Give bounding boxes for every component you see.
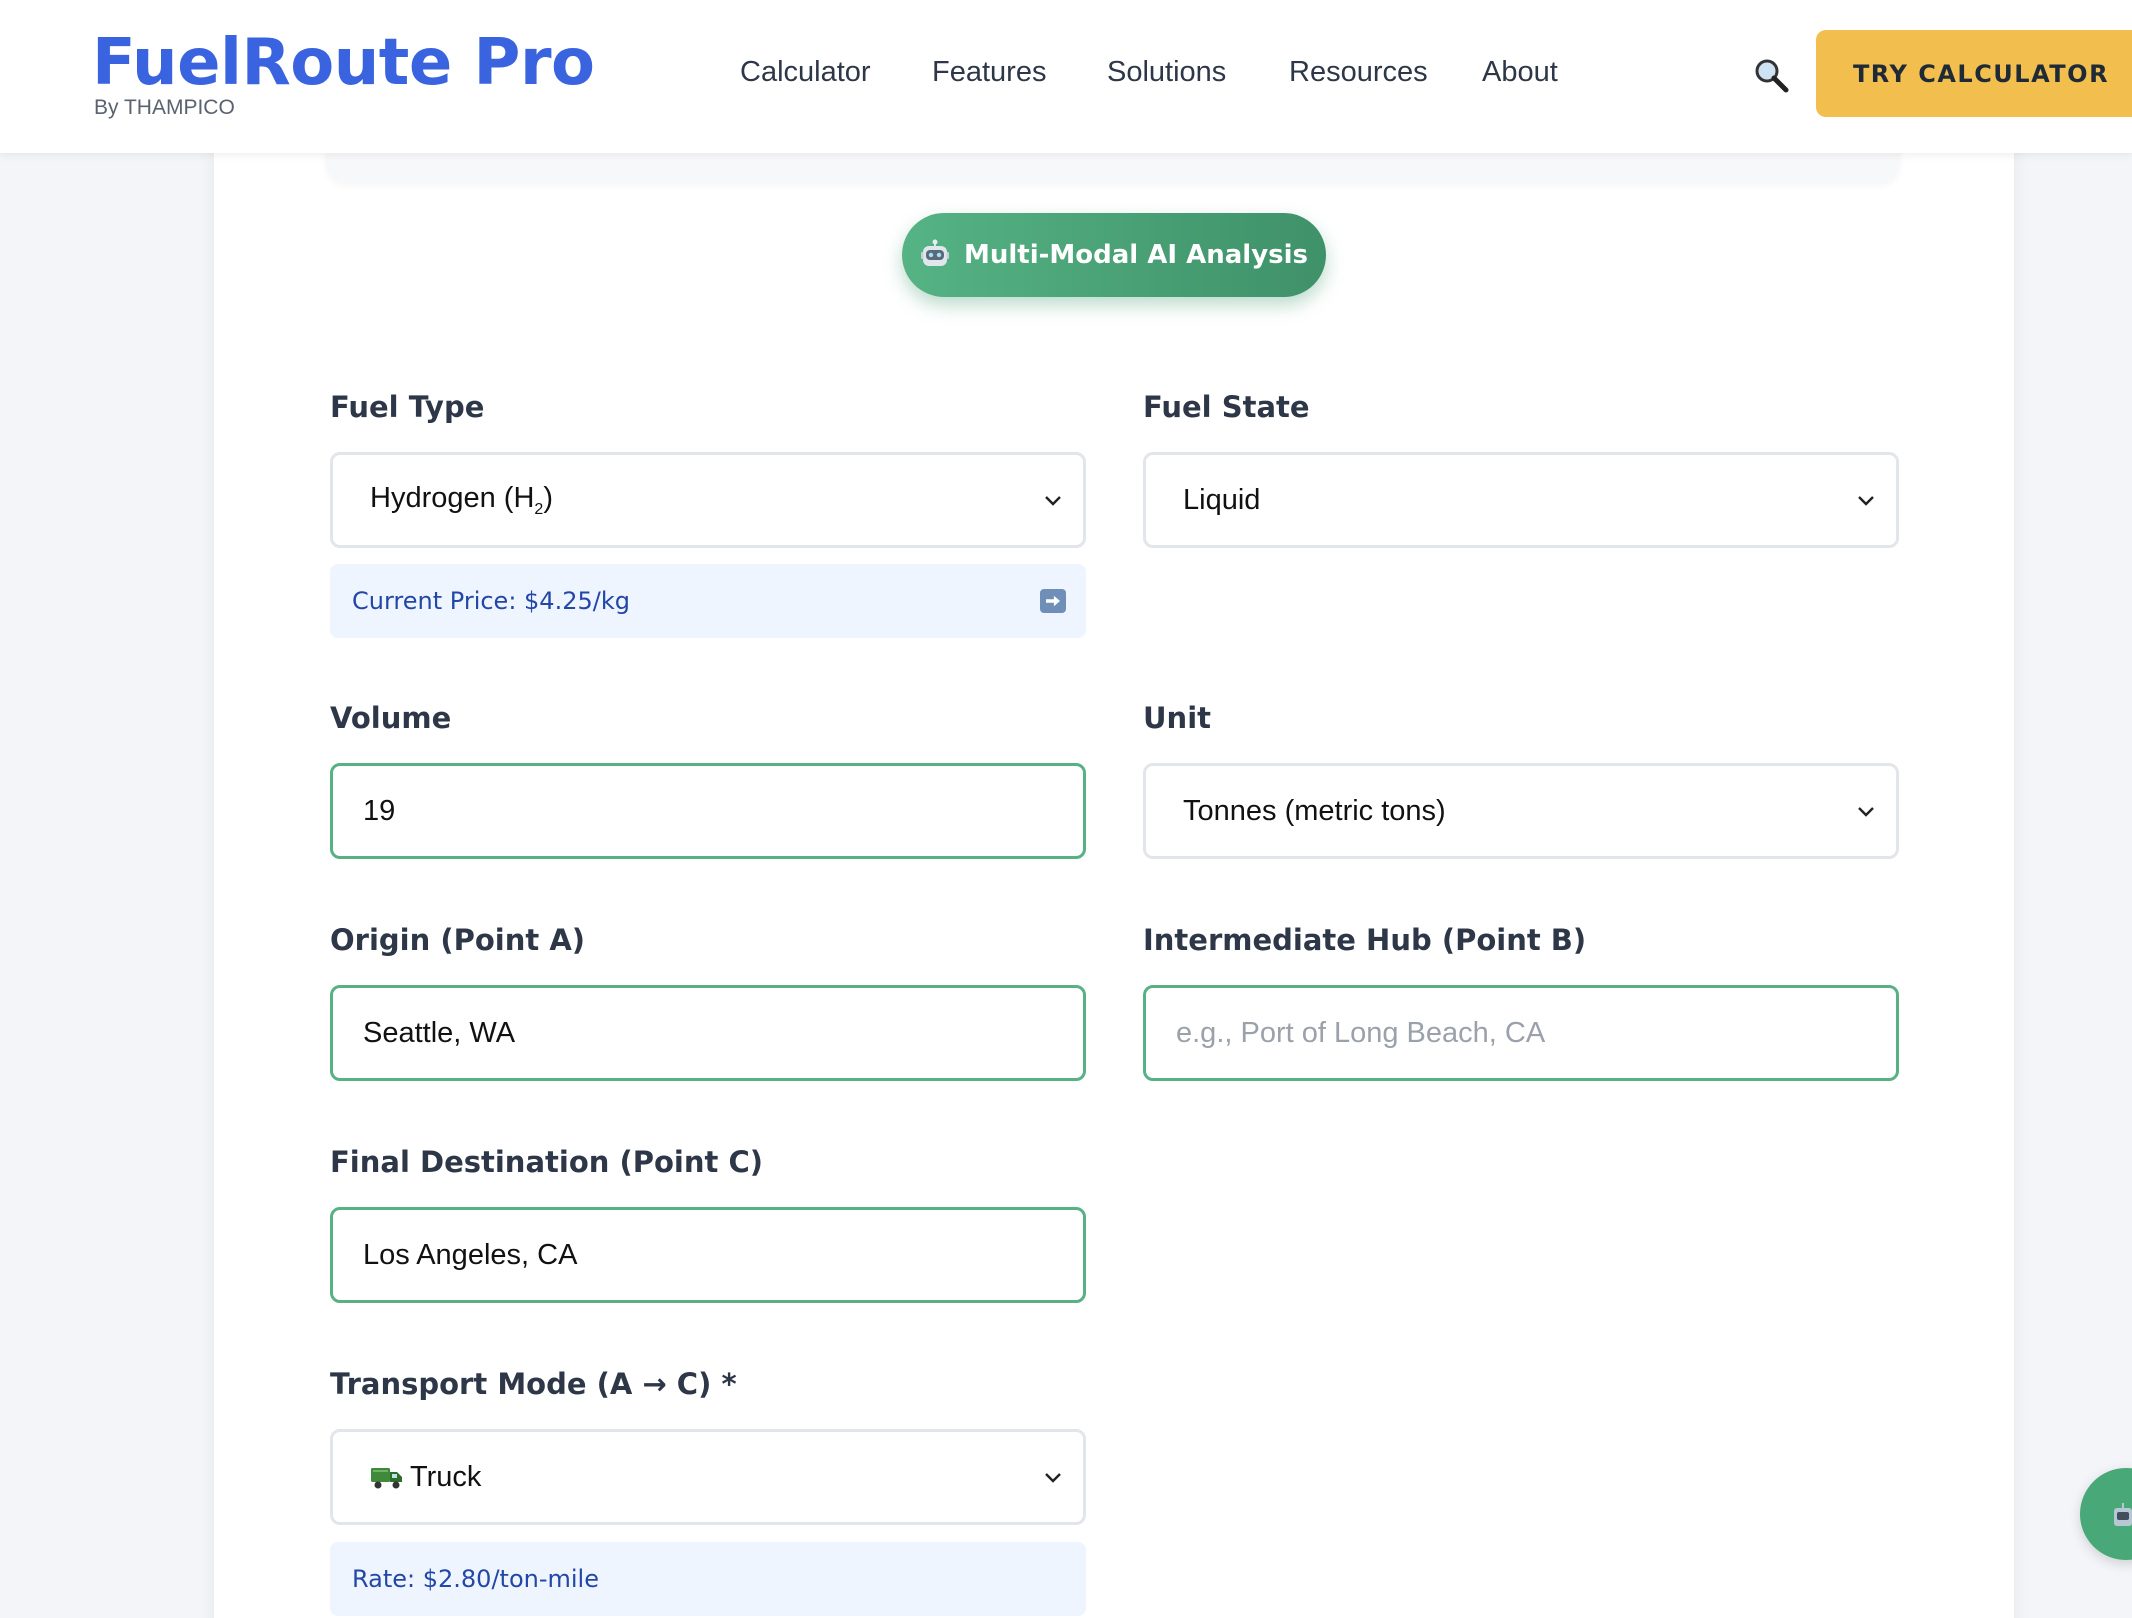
robot-icon: [920, 239, 949, 266]
rate-note: Rate: $2.80/ton-mile: [330, 1542, 1086, 1616]
destination-label: Final Destination (Point C): [330, 1145, 764, 1179]
site-header: FuelRoute Pro By THAMPICO Calculator Fea…: [0, 0, 2132, 153]
current-price-note: Current Price: $4.25/kg: [330, 564, 1086, 638]
ai-badge-label: Multi-Modal AI Analysis: [963, 240, 1309, 270]
fuel-type-value: Hydrogen (H2): [370, 481, 553, 518]
chevron-down-icon: [1858, 496, 1874, 506]
fuel-state-value: Liquid: [1183, 483, 1261, 516]
unit-value: Tonnes (metric tons): [1183, 794, 1446, 827]
search-icon[interactable]: [1752, 56, 1790, 94]
nav-about[interactable]: About: [1482, 56, 1558, 89]
chevron-down-icon: [1858, 807, 1874, 817]
volume-label: Volume: [330, 701, 452, 735]
transport-mode-value: Truck: [410, 1460, 482, 1493]
nav-solutions[interactable]: Solutions: [1107, 56, 1226, 89]
nav-calculator[interactable]: Calculator: [740, 56, 871, 89]
origin-value: Seattle, WA: [363, 1016, 516, 1049]
try-calculator-button[interactable]: TRY CALCULATOR: [1816, 30, 2132, 117]
fuel-type-select[interactable]: Hydrogen (H2): [330, 452, 1086, 548]
fuel-state-select[interactable]: Liquid: [1143, 452, 1899, 548]
hub-input[interactable]: e.g., Port of Long Beach, CA: [1143, 985, 1899, 1081]
nav-features[interactable]: Features: [932, 56, 1046, 89]
truck-icon: [371, 1468, 402, 1489]
brand[interactable]: FuelRoute Pro By THAMPICO: [92, 26, 595, 120]
transport-mode-select[interactable]: Truck: [330, 1429, 1086, 1525]
rate-text: Rate: $2.80/ton-mile: [352, 1565, 599, 1593]
arrow-right-icon[interactable]: [1040, 589, 1066, 613]
transport-mode-label: Transport Mode (A → C) *: [330, 1367, 737, 1401]
unit-label: Unit: [1143, 701, 1211, 735]
fuel-state-label: Fuel State: [1143, 390, 1310, 424]
volume-input[interactable]: 19: [330, 763, 1086, 859]
hub-label: Intermediate Hub (Point B): [1143, 923, 1587, 957]
multi-modal-ai-button[interactable]: Multi-Modal AI Analysis: [902, 213, 1326, 297]
page: FuelRoute Pro By THAMPICO Calculator Fea…: [0, 0, 2132, 1618]
nav-resources[interactable]: Resources: [1289, 56, 1428, 89]
destination-value: Los Angeles, CA: [363, 1238, 578, 1271]
fuel-type-label: Fuel Type: [330, 390, 485, 424]
brand-title[interactable]: FuelRoute Pro: [92, 26, 595, 100]
chat-icon: [2114, 1503, 2132, 1526]
chevron-down-icon: [1045, 1473, 1061, 1483]
current-price-text: Current Price: $4.25/kg: [352, 587, 630, 615]
volume-value: 19: [363, 794, 396, 827]
chevron-down-icon: [1045, 496, 1061, 506]
hub-placeholder: e.g., Port of Long Beach, CA: [1176, 1016, 1546, 1049]
chat-widget-button[interactable]: [2080, 1468, 2132, 1560]
unit-select[interactable]: Tonnes (metric tons): [1143, 763, 1899, 859]
origin-label: Origin (Point A): [330, 923, 586, 957]
destination-input[interactable]: Los Angeles, CA: [330, 1207, 1086, 1303]
origin-input[interactable]: Seattle, WA: [330, 985, 1086, 1081]
